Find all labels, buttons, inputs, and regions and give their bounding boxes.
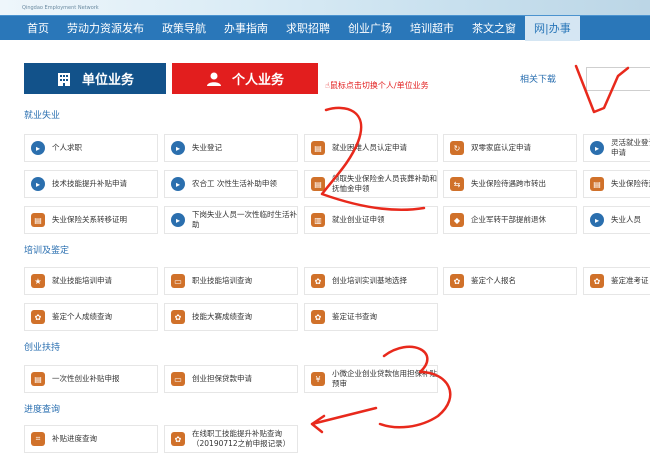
person-icon	[206, 72, 221, 86]
document-icon: ▤	[311, 177, 325, 191]
circle-arrow-icon: ▸	[171, 177, 185, 191]
certificate-icon: ✿	[311, 274, 325, 288]
site-subtitle: Qingdao Employment Network	[22, 5, 99, 11]
stamp-icon: ◆	[450, 213, 464, 227]
nav-item-home[interactable]: 首页	[18, 16, 58, 41]
service-card[interactable]: ✿ 鉴定个人报名	[443, 267, 577, 295]
service-card[interactable]: ▤ 领取失业保险金人员丧葬补助和抚恤金申领	[304, 170, 438, 198]
service-card[interactable]: ▸ 下岗失业人员一次性临时生活补助	[164, 206, 298, 234]
search-input[interactable]	[586, 67, 650, 91]
certificate-icon: ✿	[590, 274, 604, 288]
site-banner: Qingdao Employment Network	[0, 0, 650, 15]
document-icon: ▤	[311, 141, 325, 155]
main-nav: 首页 劳动力资源发布 政策导航 办事指南 求职招聘 创业广场 培训超市 茶文之窗…	[0, 15, 650, 41]
service-card[interactable]: ✿ 鉴定准考证	[583, 267, 650, 295]
document-icon: ▤	[590, 177, 604, 191]
scan-icon: ⌗	[31, 432, 45, 446]
section-title-progress: 进度查询	[24, 405, 61, 415]
circle-arrow-icon: ▸	[31, 141, 45, 155]
unit-business-tab[interactable]: 单位业务	[24, 63, 166, 94]
section-title-startup: 创业扶持	[24, 343, 61, 353]
service-card[interactable]: ▸灵活就业登记申请	[583, 134, 650, 162]
building-icon	[57, 72, 70, 86]
tab-switch-hint: ☝鼠标点击切换个人/单位业务	[325, 81, 429, 90]
service-card[interactable]: ▸ 农合工 次性生活补助申领	[164, 170, 298, 198]
service-card[interactable]: ↻ 双零家庭认定申请	[443, 134, 577, 162]
circle-arrow-icon: ▸	[31, 177, 45, 191]
service-card[interactable]: ◆ 企业军转干部提前退休	[443, 206, 577, 234]
service-card[interactable]: ▸ 技术技能提升补贴申请	[24, 170, 158, 198]
nav-item-window[interactable]: 茶文之窗	[463, 16, 525, 41]
circle-arrow-icon: ▸	[171, 141, 185, 155]
service-card[interactable]: ✿ 创业培训实训基地选择	[304, 267, 438, 295]
nav-item-guide[interactable]: 办事指南	[215, 16, 277, 41]
book-icon: ▥	[311, 213, 325, 227]
circle-arrow-icon: ▸	[590, 213, 604, 227]
personal-business-tab[interactable]: 个人业务	[172, 63, 318, 94]
section-title-employment: 就业失业	[24, 111, 61, 121]
service-card[interactable]: ⌗ 补贴进度查询	[24, 425, 158, 453]
section-title-training: 培训及鉴定	[24, 246, 70, 256]
service-card[interactable]: ▸ 失业登记	[164, 134, 298, 162]
monitor-icon: ▭	[171, 274, 185, 288]
service-card[interactable]: ⇆ 失业保险待遇跨市转出	[443, 170, 577, 198]
nav-item-policy[interactable]: 政策导航	[153, 16, 215, 41]
nav-item-labor-resources[interactable]: 劳动力资源发布	[58, 16, 153, 41]
service-card[interactable]: ✿ 在线职工技能提升补贴查询（20190712之前申报记录）	[164, 425, 298, 453]
nav-item-training[interactable]: 培训超市	[401, 16, 463, 41]
certificate-icon: ✿	[171, 432, 185, 446]
circle-arrow-icon: ▸	[590, 141, 604, 155]
service-card[interactable]: ✿ 技能大赛成绩查询	[164, 303, 298, 331]
nav-item-online-service[interactable]: 网|办事	[525, 15, 580, 41]
nav-item-startup[interactable]: 创业广场	[339, 16, 401, 41]
service-card[interactable]: ▤失业保险待遇	[583, 170, 650, 198]
transfer-icon: ⇆	[450, 177, 464, 191]
annotation-arrow	[310, 406, 378, 434]
service-card[interactable]: ¥ 小微企业创业贷款信用担保补贴预审	[304, 365, 438, 393]
refresh-icon: ↻	[450, 141, 464, 155]
service-card[interactable]: ✿ 鉴定证书查询	[304, 303, 438, 331]
document-icon: ▤	[31, 372, 45, 386]
service-card[interactable]: ★ 就业技能培训申请	[24, 267, 158, 295]
certificate-icon: ✿	[450, 274, 464, 288]
service-card[interactable]: ✿ 鉴定个人成绩查询	[24, 303, 158, 331]
monitor-icon: ▭	[171, 372, 185, 386]
badge-icon: ★	[31, 274, 45, 288]
service-card[interactable]: ▸ 失业人员	[583, 206, 650, 234]
service-card[interactable]: ▤ 失业保险关系转移证明	[24, 206, 158, 234]
nav-item-jobs[interactable]: 求职招聘	[277, 16, 339, 41]
service-card[interactable]: ▤ 就业困难人员认定申请	[304, 134, 438, 162]
related-downloads-link[interactable]: 相关下载	[520, 72, 556, 85]
certificate-icon: ✿	[171, 310, 185, 324]
document-icon: ▤	[31, 213, 45, 227]
service-card[interactable]: ▸ 个人求职	[24, 134, 158, 162]
service-card[interactable]: ▤ 一次性创业补贴申报	[24, 365, 158, 393]
certificate-icon: ✿	[311, 310, 325, 324]
money-icon: ¥	[311, 372, 325, 386]
service-card[interactable]: ▭ 创业担保贷款申请	[164, 365, 298, 393]
unit-business-label: 单位业务	[81, 73, 134, 88]
certificate-icon: ✿	[31, 310, 45, 324]
service-card[interactable]: ▭ 职业技能培训查询	[164, 267, 298, 295]
personal-business-label: 个人业务	[231, 73, 284, 88]
service-card[interactable]: ▥ 就业创业证申领	[304, 206, 438, 234]
circle-arrow-icon: ▸	[171, 213, 185, 227]
